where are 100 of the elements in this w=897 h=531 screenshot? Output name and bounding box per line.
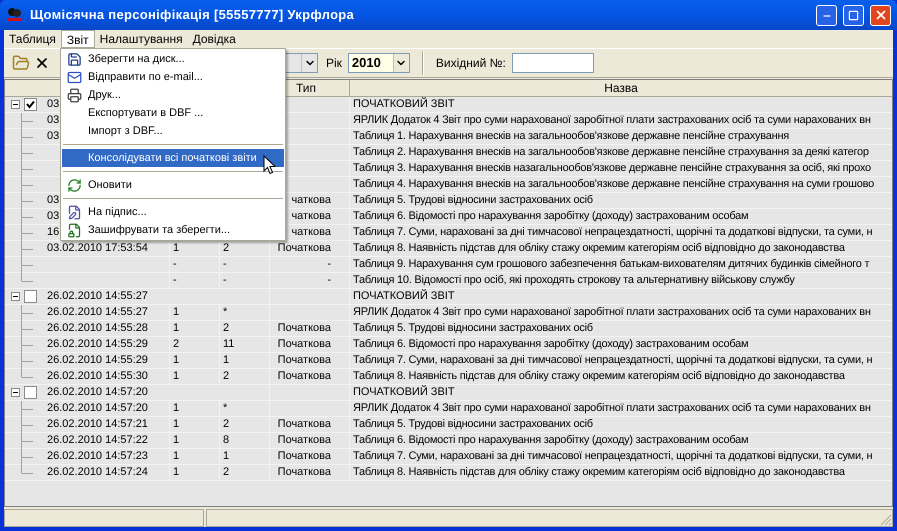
- year-select[interactable]: 2010: [348, 53, 410, 73]
- date-cell-text: 03: [47, 193, 60, 208]
- date-cell-text: 26.02.2010 14:57:20: [47, 401, 148, 416]
- table-cell-text: -: [223, 273, 227, 288]
- table-cell-text: -: [173, 273, 177, 288]
- report-name-cell: Таблиця 7. Суми, нараховані за дні тимчасової непрацездатності, щорічні та додаткові відпуски, та суми, н: [353, 450, 872, 462]
- tree-line: [21, 208, 34, 224]
- menu-item-icon: [66, 204, 82, 220]
- report-name-cell: Таблиця 5. Трудові відносини застрахованих осіб: [353, 194, 593, 206]
- menu-bar-item[interactable]: Довідка: [188, 30, 241, 48]
- mouse-pointer-icon: [263, 155, 276, 175]
- type-cell-text: Початкова: [278, 369, 331, 384]
- collapse-icon[interactable]: [11, 100, 20, 109]
- menu-item-icon: [66, 52, 82, 66]
- menu-item[interactable]: Оновити: [62, 176, 284, 194]
- type-cell-text: Початкова: [278, 417, 331, 432]
- menu-bar-item[interactable]: Налаштування: [94, 30, 188, 48]
- date-cell-text: 26.02.2010 14:57:23: [47, 449, 148, 464]
- checkbox[interactable]: [24, 386, 37, 399]
- collapse-icon[interactable]: [11, 292, 20, 301]
- tree-line: [21, 304, 34, 320]
- date-cell-text: 26.02.2010 14:55:29: [47, 353, 148, 368]
- type-cell-text: чаткова: [291, 193, 331, 208]
- type-cell-text: Початкова: [278, 353, 331, 368]
- type-cell-text: Початкова: [278, 241, 331, 256]
- report-name-cell: Таблиця 7. Суми, нараховані за дні тимчасової непрацездатності, щорічні та додаткові відпуски, та суми, н: [353, 226, 872, 238]
- menu-item-icon: [66, 178, 82, 192]
- tree-line: [21, 176, 34, 192]
- close-button[interactable]: [870, 4, 891, 26]
- menu-item[interactable]: Експортувати в DBF ...: [62, 104, 284, 122]
- maximize-button[interactable]: [843, 4, 864, 26]
- table-cell-text: 1: [173, 321, 180, 336]
- report-name-cell: ЯРЛИК Додаток 4 Звіт про суми нарахованої заробітної плати застрахованих осіб та суми нарахованих вн: [353, 402, 871, 414]
- menu-bar-item[interactable]: Звіт: [60, 30, 95, 48]
- report-name-cell: Таблиця 6. Відомості про нарахування заробітку (доходу) застрахованим особам: [353, 210, 748, 222]
- table-cell-text: *: [223, 401, 228, 416]
- menu-item[interactable]: Зберегти на диск...: [62, 50, 284, 68]
- table-cell-text: 1: [223, 449, 230, 464]
- menu-item-icon: [66, 70, 82, 84]
- table-cell-text: 8: [223, 433, 230, 448]
- menu-bar-item[interactable]: Таблиця: [4, 30, 61, 48]
- checkbox[interactable]: [24, 290, 37, 303]
- table-cell-text: -: [223, 257, 227, 272]
- report-name-cell: Таблиця 7. Суми, нараховані за дні тимчасової непрацездатності, щорічні та додаткові відпуски, та суми, н: [353, 354, 872, 366]
- report-name-cell: ЯРЛИК Додаток 4 Звіт про суми нарахованої заробітної плати застрахованих осіб та суми нарахованих вн: [353, 114, 871, 126]
- table-cell-text: 1: [173, 305, 180, 320]
- table-cell-text: 1: [173, 401, 180, 416]
- table-cell-text: 2: [223, 321, 230, 336]
- tree-line: [21, 128, 34, 144]
- table-cell-text: *: [223, 305, 228, 320]
- type-cell-text: чаткова: [291, 225, 331, 240]
- report-name-cell: Таблиця 8. Наявність підстав для обліку стажу окремим категоріям осіб відповідно до законодавства: [353, 466, 845, 478]
- report-name-cell: Таблиця 8. Наявність підстав для обліку стажу окремим категоріям осіб відповідно до законодавства: [353, 242, 845, 254]
- table-cell-text: 1: [173, 465, 180, 480]
- type-cell-text: Початкова: [278, 449, 331, 464]
- menu-item[interactable]: Імпорт з DBF...: [62, 122, 284, 140]
- table-cell-text: 11: [223, 337, 234, 352]
- report-name-cell: ПОЧАТКОВИЙ ЗВІТ: [353, 290, 455, 302]
- app-logo-icon: [6, 6, 24, 24]
- menu-item[interactable]: Зашифрувати та зберегти...: [62, 221, 284, 239]
- table-cell-text: 1: [173, 433, 180, 448]
- table-cell-text: 2: [223, 465, 230, 480]
- table-cell-text: 1: [173, 417, 180, 432]
- resize-grip-icon[interactable]: [880, 514, 892, 526]
- menu-item-icon: [66, 222, 82, 238]
- date-cell-text: 03: [47, 97, 60, 112]
- column-header[interactable]: Назва: [350, 80, 892, 96]
- report-name-cell: Таблиця 8. Наявність підстав для обліку стажу окремим категоріям осіб відповідно до законодавства: [353, 370, 845, 382]
- date-cell-text: 03: [47, 129, 60, 144]
- close-icon: [874, 8, 888, 22]
- tree-line: [21, 112, 34, 128]
- report-name-cell: Таблиця 4. Нарахування внесків на загальнообов'язкове державне пенсійне страхування на суми грошово: [353, 178, 874, 190]
- type-cell-text: -: [327, 257, 331, 272]
- tree-line: [21, 144, 34, 160]
- report-name-cell: Таблиця 9. Нарахування сум грошового забезпечення батькам-вихователям дитячих будинків сімейного т: [353, 258, 870, 270]
- outgoing-number-label: Вихідний №:: [436, 55, 506, 72]
- menu-item[interactable]: На підпис...: [62, 203, 284, 221]
- delete-icon[interactable]: [34, 55, 50, 71]
- type-cell-text: Початкова: [278, 465, 331, 480]
- type-cell-text: Початкова: [278, 433, 331, 448]
- date-cell-text: 26.02.2010 14:57:21: [47, 417, 148, 432]
- tree-line: [21, 192, 34, 208]
- table-cell-text: 1: [223, 353, 230, 368]
- tree-line: [21, 160, 34, 176]
- report-name-cell: ЯРЛИК Додаток 4 Звіт про суми нарахованої заробітної плати застрахованих осіб та суми нарахованих вн: [353, 306, 871, 318]
- date-cell-text: 26.02.2010 14:55:29: [47, 337, 148, 352]
- tree-line: [21, 320, 34, 336]
- report-name-cell: ПОЧАТКОВИЙ ЗВІТ: [353, 386, 455, 398]
- minimize-button[interactable]: [816, 4, 837, 26]
- collapse-icon[interactable]: [11, 388, 20, 397]
- report-name-cell: Таблиця 5. Трудові відносини застрахованих осіб: [353, 322, 593, 334]
- table-cell-text: 2: [173, 337, 180, 352]
- outgoing-number-field[interactable]: [512, 53, 594, 73]
- report-name-cell: Таблиця 10. Відомості про осіб, які проходять строкову та альтернативну військову службу: [353, 274, 795, 286]
- table-cell-text: 1: [173, 369, 180, 384]
- report-name-cell: Таблиця 2. Нарахування внесків на загальнообов'язкове державне пенсійне страхування за деякі категор: [353, 146, 869, 158]
- table-cell-text: 2: [223, 417, 230, 432]
- checkbox[interactable]: [24, 98, 37, 111]
- menu-item[interactable]: Консолідувати всі початкові звіти: [62, 149, 284, 167]
- date-cell-text: 03: [47, 113, 60, 128]
